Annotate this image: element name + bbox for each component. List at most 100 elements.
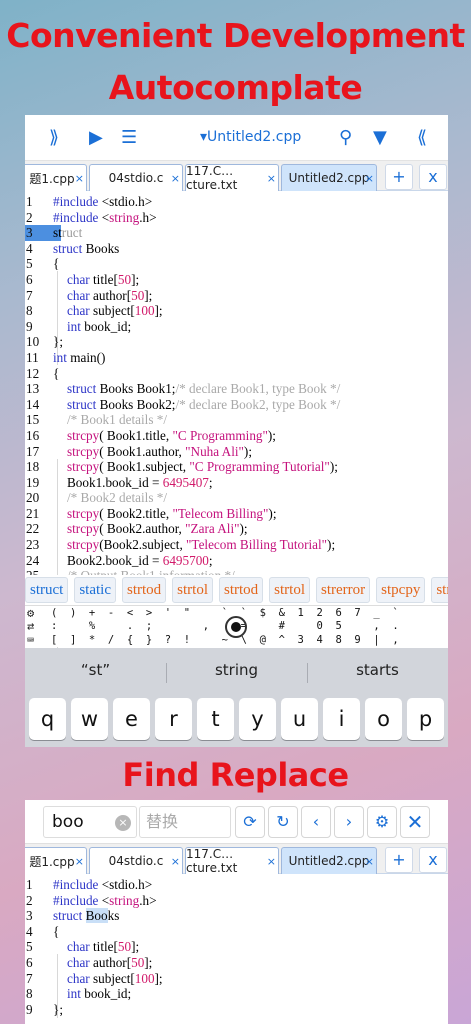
collapse-right-icon[interactable]: ⟫	[49, 127, 59, 148]
line-number: 4	[26, 923, 33, 939]
close-icon[interactable]: ×	[365, 172, 374, 185]
suggestion-chip[interactable]: strca	[431, 577, 448, 603]
code-line: 3 struct Books	[25, 908, 448, 924]
close-icon[interactable]: ×	[171, 172, 180, 185]
line-number: 10	[26, 334, 40, 350]
tab-file-4-active[interactable]: Untitled2.cpp ×	[281, 164, 377, 191]
close-icon[interactable]: ✕	[400, 806, 430, 838]
line-text: {	[53, 256, 60, 272]
autocomplete-ghost-text: ruct	[61, 225, 83, 241]
previous-icon[interactable]: ‹	[301, 806, 331, 838]
key-q[interactable]: q	[29, 698, 66, 740]
keyboard-icon[interactable]: ⌨	[27, 633, 34, 647]
close-icon[interactable]: ×	[267, 855, 276, 868]
symbol-row-3[interactable]: [ ] * / { } ? ! ~ \ @ ^ 3 4 8 9 | ,	[51, 634, 399, 646]
run-icon[interactable]: ▶	[89, 127, 103, 148]
line-text: };	[53, 334, 63, 350]
key-u[interactable]: u	[281, 698, 318, 740]
tab-file-1[interactable]: 题1.cpp ×	[25, 164, 87, 191]
line-number: 1	[26, 877, 33, 892]
line-number: 9	[26, 1001, 33, 1017]
close-icon[interactable]: ×	[267, 172, 276, 185]
line-number: 16	[26, 427, 40, 443]
editor-panel-autocomplete: ⟫ ▶ ☰ ▾Untitled2.cpp ⚲ ▼ ⟪ 题1.cpp × 04std…	[25, 115, 448, 747]
line-text: struct Books	[53, 240, 120, 256]
key-r[interactable]: r	[155, 698, 192, 740]
tab-bar: 题1.cpp × 04stdio.c × 117.C…cture.txt × Unti…	[25, 161, 448, 192]
search-icon[interactable]: ⚲	[339, 127, 352, 148]
close-all-tabs-button[interactable]: x	[419, 847, 447, 873]
suggestion-chip[interactable]: strtol	[172, 577, 213, 603]
tab-file-4-active[interactable]: Untitled2.cpp ×	[281, 847, 377, 874]
key-t[interactable]: t	[197, 698, 234, 740]
tab-file-1[interactable]: 题1.cpp ×	[25, 847, 87, 874]
key-o[interactable]: o	[365, 698, 402, 740]
line-text: #include <stdio.h>	[53, 877, 153, 892]
key-w[interactable]: w	[71, 698, 108, 740]
replace-all-icon[interactable]: ↻	[268, 806, 298, 838]
tab-key-icon[interactable]: ⇄	[27, 619, 34, 633]
line-text: strcpy( Book2.author, "Zara Ali");	[67, 521, 248, 537]
code-line: 4 struct Books	[25, 241, 448, 257]
line-text: /* Book1 details */	[67, 412, 168, 428]
tab-file-2[interactable]: 04stdio.c ×	[89, 164, 183, 191]
headline-autocomplete: Convenient Development	[6, 16, 465, 55]
prediction-item[interactable]: “st”	[25, 661, 166, 679]
find-replace-bar: boo × 替换 ⟳ ↻ ‹ › ⚙ ✕	[25, 800, 448, 844]
file-title-dropdown[interactable]: ▾Untitled2.cpp	[200, 129, 301, 145]
key-i[interactable]: i	[323, 698, 360, 740]
line-text: strcpy( Book1.subject, "C Programming Tu…	[67, 459, 338, 475]
tab-label: 04stdio.c	[108, 171, 164, 185]
suggestion-chip[interactable]: strtol	[269, 577, 311, 603]
settings-icon[interactable]: ⚙	[367, 806, 397, 838]
outline-icon[interactable]: ☰	[121, 127, 137, 148]
line-number: 13	[26, 381, 40, 397]
line-text: struct Books Book1;/* declare Book1, typ…	[67, 381, 341, 397]
settings-icon[interactable]: ⚙	[27, 606, 34, 620]
suggestion-chip[interactable]: strtod	[219, 577, 264, 603]
prediction-item[interactable]: starts	[307, 661, 448, 683]
line-number: 15	[26, 412, 40, 428]
dropdown-icon[interactable]: ▼	[373, 127, 387, 148]
code-area[interactable]: 1 #include <stdio.h> 2 #include <string.h>…	[25, 874, 448, 1018]
suggestion-chip[interactable]: strerror	[316, 577, 371, 603]
suggestion-chip[interactable]: stpcpy	[376, 577, 426, 603]
symbol-row-1[interactable]: ( ) + - < > ' " ` ` $ & 1 2 6 7 _ `	[51, 607, 399, 619]
code-line: 11 int main()	[25, 350, 448, 366]
key-p[interactable]: p	[407, 698, 444, 740]
code-line: 20 /* Book2 details */	[25, 490, 448, 506]
line-number: 5	[26, 256, 33, 272]
suggestion-chip[interactable]: struct	[25, 577, 69, 603]
close-icon[interactable]: ×	[75, 172, 84, 185]
collapse-left-icon[interactable]: ⟪	[417, 127, 427, 148]
key-y[interactable]: y	[239, 698, 276, 740]
editor-toolbar: ⟫ ▶ ☰ ▾Untitled2.cpp ⚲ ▼ ⟪	[25, 115, 448, 161]
code-area[interactable]: 1 #include <stdio.h> 2 #include <string.h>…	[25, 191, 448, 659]
tab-file-3[interactable]: 117.C…cture.txt ×	[185, 164, 279, 192]
close-icon[interactable]: ×	[75, 855, 84, 868]
cursor-joystick-icon[interactable]	[225, 616, 247, 638]
tab-label: 题1.cpp	[29, 171, 75, 186]
replace-one-icon[interactable]: ⟳	[235, 806, 265, 838]
line-text: {	[53, 923, 60, 939]
close-all-tabs-button[interactable]: x	[419, 164, 447, 190]
add-tab-button[interactable]: +	[385, 847, 413, 873]
suggestion-chip[interactable]: strtod	[121, 577, 167, 603]
suggestion-chip[interactable]: static	[74, 577, 116, 603]
next-icon[interactable]: ›	[334, 806, 364, 838]
add-tab-button[interactable]: +	[385, 164, 413, 190]
clear-search-icon[interactable]: ×	[115, 815, 131, 831]
line-number: 17	[26, 443, 40, 459]
replace-input[interactable]: 替换	[139, 806, 231, 838]
tab-file-2[interactable]: 04stdio.c ×	[89, 847, 183, 874]
line-text: Book2.book_id = 6495700;	[67, 552, 213, 568]
software-keyboard: q w e r t y u i o p	[25, 692, 448, 747]
line-number: 2	[26, 209, 33, 225]
key-e[interactable]: e	[113, 698, 150, 740]
tab-file-3[interactable]: 117.C…cture.txt ×	[185, 847, 279, 875]
prediction-item[interactable]: string	[166, 661, 307, 683]
tab-label: 题1.cpp	[29, 854, 75, 869]
close-icon[interactable]: ×	[365, 855, 374, 868]
code-line: 24 Book2.book_id = 6495700;	[25, 553, 448, 569]
close-icon[interactable]: ×	[171, 855, 180, 868]
